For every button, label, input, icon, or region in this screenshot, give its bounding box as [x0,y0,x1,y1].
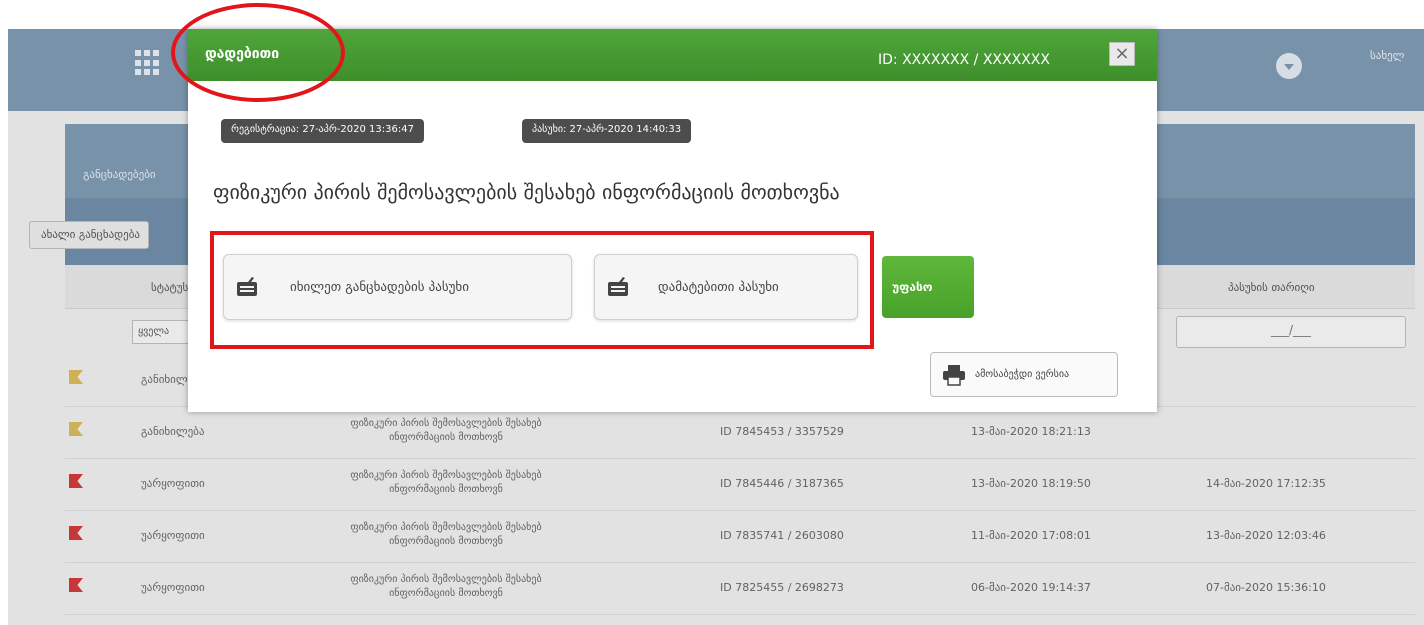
print-version-label: ამოსაბეჭდი ვერსია [975,369,1070,380]
free-button[interactable]: უფასო [882,256,974,318]
print-version-button[interactable]: ამოსაბეჭდი ვერსია [930,352,1118,397]
close-icon[interactable]: × [1109,42,1135,66]
answer-modal: დადებითი ID: XXXXXXX / XXXXXXX × რეგისტრ… [188,29,1157,412]
answer-badge: პასუხი: 27-აპრ-2020 14:40:33 [522,119,692,143]
printer-icon [943,365,965,386]
highlight-box [210,231,874,349]
highlight-ellipse [171,3,345,102]
registration-badge: რეგისტრაცია: 27-აპრ-2020 13:36:47 [221,119,424,143]
request-title: ფიზიკური პირის შემოსავლების შესახებ ინფო… [213,180,840,204]
modal-id-text: ID: XXXXXXX / XXXXXXX [878,52,1050,68]
